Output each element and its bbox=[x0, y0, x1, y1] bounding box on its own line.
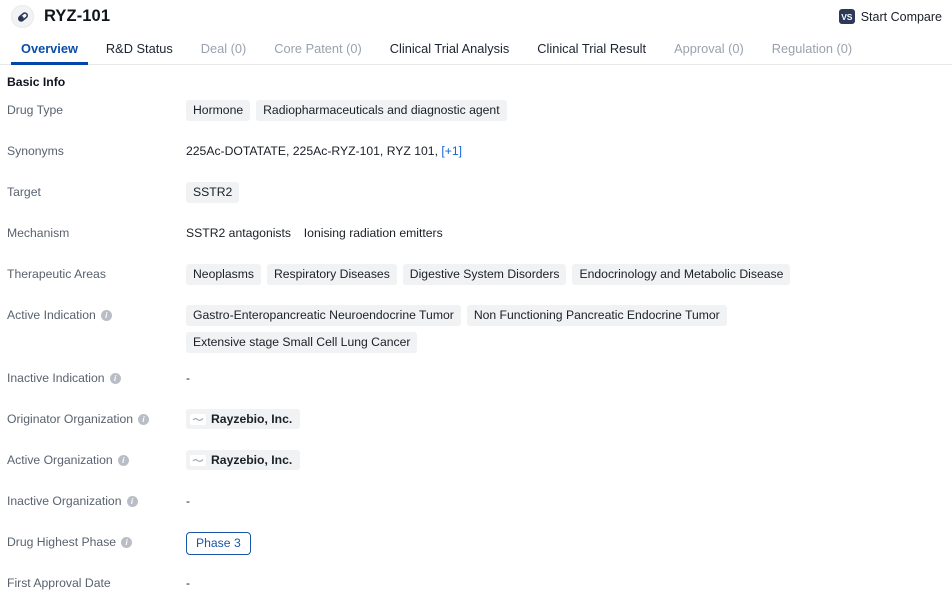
row-value: Gastro-Enteropancreatic Neuroendocrine T… bbox=[186, 304, 952, 353]
tab-bar: Overview R&D Status Deal (0) Core Patent… bbox=[0, 33, 952, 65]
label-text: Drug Highest Phase bbox=[7, 535, 117, 549]
row-value: SSTR2 bbox=[186, 181, 952, 203]
organization-name: Rayzebio, Inc. bbox=[211, 412, 293, 426]
chip[interactable]: Digestive System Disorders bbox=[402, 264, 567, 285]
synonyms-text: 225Ac-DOTATATE, 225Ac-RYZ-101, RYZ 101, … bbox=[186, 141, 462, 159]
label-text: Mechanism bbox=[7, 226, 70, 240]
row-label: Drug Highest Phase i bbox=[7, 531, 186, 550]
tab-regulation[interactable]: Regulation (0) bbox=[758, 33, 866, 64]
row-active-organization: Active Organization i Rayzebio, Inc. bbox=[7, 449, 952, 476]
pill-capsule-icon bbox=[11, 5, 34, 28]
label-text: Inactive Indication bbox=[7, 371, 105, 385]
row-label: Originator Organization i bbox=[7, 408, 186, 427]
row-label: Active Indication i bbox=[7, 304, 186, 323]
label-text: Active Organization bbox=[7, 453, 113, 467]
label-text: Synonyms bbox=[7, 144, 64, 158]
row-label: Target bbox=[7, 181, 186, 200]
row-value: Neoplasms Respiratory Diseases Digestive… bbox=[186, 263, 952, 285]
info-icon[interactable]: i bbox=[109, 373, 121, 384]
label-text: Target bbox=[7, 185, 41, 199]
row-first-approval-date: First Approval Date - bbox=[7, 572, 952, 599]
tab-rd-status[interactable]: R&D Status bbox=[92, 33, 187, 64]
info-icon[interactable]: i bbox=[121, 537, 133, 548]
label-text: Originator Organization bbox=[7, 412, 133, 426]
empty-value: - bbox=[186, 371, 191, 385]
row-value: Rayzebio, Inc. bbox=[186, 408, 952, 429]
synonyms-more-link[interactable]: [+1] bbox=[441, 144, 462, 158]
row-label: Therapeutic Areas bbox=[7, 263, 186, 282]
label-text: Therapeutic Areas bbox=[7, 267, 106, 281]
chip[interactable]: Hormone bbox=[186, 100, 251, 121]
chip[interactable]: Radiopharmaceuticals and diagnostic agen… bbox=[256, 100, 507, 121]
page-title: RYZ-101 bbox=[44, 7, 111, 25]
chip[interactable]: Gastro-Enteropancreatic Neuroendocrine T… bbox=[186, 305, 461, 326]
row-label: Inactive Organization i bbox=[7, 490, 186, 509]
row-value: - bbox=[186, 572, 952, 590]
chip[interactable]: Respiratory Diseases bbox=[266, 264, 397, 285]
row-value: Phase 3 bbox=[186, 531, 952, 555]
organization-chip[interactable]: Rayzebio, Inc. bbox=[186, 450, 301, 470]
label-text: Inactive Organization bbox=[7, 494, 122, 508]
row-value: - bbox=[186, 367, 952, 385]
row-drug-type: Drug Type Hormone Radiopharmaceuticals a… bbox=[7, 99, 952, 126]
chip[interactable]: Endocrinology and Metabolic Disease bbox=[572, 264, 791, 285]
row-drug-highest-phase: Drug Highest Phase i Phase 3 bbox=[7, 531, 952, 558]
row-synonyms: Synonyms 225Ac-DOTATATE, 225Ac-RYZ-101, … bbox=[7, 140, 952, 167]
phase-badge[interactable]: Phase 3 bbox=[186, 532, 251, 555]
basic-info-panel: Basic Info Drug Type Hormone Radiopharma… bbox=[0, 65, 952, 599]
label-text: Active Indication bbox=[7, 308, 96, 322]
row-inactive-organization: Inactive Organization i - bbox=[7, 490, 952, 517]
synonyms-value: 225Ac-DOTATATE, 225Ac-RYZ-101, RYZ 101, bbox=[186, 144, 438, 158]
chip[interactable]: Extensive stage Small Cell Lung Cancer bbox=[186, 332, 418, 353]
row-label: First Approval Date bbox=[7, 572, 186, 591]
row-target: Target SSTR2 bbox=[7, 181, 952, 208]
organization-logo-icon bbox=[190, 454, 206, 466]
vs-icon: VS bbox=[838, 9, 855, 24]
info-icon[interactable]: i bbox=[138, 414, 149, 425]
row-mechanism: Mechanism SSTR2 antagonists Ionising rad… bbox=[7, 222, 952, 249]
page-header: RYZ-101 VS Start Compare bbox=[0, 0, 952, 33]
mechanism-part-1: SSTR2 antagonists bbox=[186, 226, 292, 240]
chip[interactable]: SSTR2 bbox=[186, 182, 240, 203]
chip[interactable]: Non Functioning Pancreatic Endocrine Tum… bbox=[466, 305, 727, 326]
start-compare-label: Start Compare bbox=[860, 9, 942, 24]
row-label: Inactive Indication i bbox=[7, 367, 186, 386]
tab-core-patent[interactable]: Core Patent (0) bbox=[260, 33, 376, 64]
row-originator-organization: Originator Organization i Rayzebio, Inc. bbox=[7, 408, 952, 435]
row-label: Synonyms bbox=[7, 140, 186, 159]
tab-clinical-trial-result[interactable]: Clinical Trial Result bbox=[523, 33, 660, 64]
mechanism-part-2: Ionising radiation emitters bbox=[303, 226, 443, 240]
label-text: First Approval Date bbox=[7, 576, 111, 590]
info-icon[interactable]: i bbox=[126, 496, 138, 507]
organization-logo-icon bbox=[190, 413, 206, 425]
organization-chip[interactable]: Rayzebio, Inc. bbox=[186, 409, 301, 429]
section-title-basic-info: Basic Info bbox=[7, 75, 66, 89]
row-label: Active Organization i bbox=[7, 449, 186, 468]
tab-clinical-trial-analysis[interactable]: Clinical Trial Analysis bbox=[376, 33, 523, 64]
row-value: Rayzebio, Inc. bbox=[186, 449, 952, 470]
info-icon[interactable]: i bbox=[100, 310, 112, 321]
tab-overview[interactable]: Overview bbox=[7, 33, 92, 65]
tab-approval[interactable]: Approval (0) bbox=[660, 33, 758, 64]
organization-name: Rayzebio, Inc. bbox=[211, 453, 293, 467]
row-value: Hormone Radiopharmaceuticals and diagnos… bbox=[186, 99, 952, 121]
label-text: Drug Type bbox=[7, 103, 64, 117]
row-inactive-indication: Inactive Indication i - bbox=[7, 367, 952, 394]
row-label: Drug Type bbox=[7, 99, 186, 118]
tab-deal[interactable]: Deal (0) bbox=[187, 33, 261, 64]
empty-value: - bbox=[186, 576, 191, 590]
empty-value: - bbox=[186, 494, 191, 508]
info-icon[interactable]: i bbox=[117, 455, 129, 466]
mechanism-text: SSTR2 antagonists Ionising radiation emi… bbox=[186, 223, 443, 241]
row-label: Mechanism bbox=[7, 222, 186, 241]
row-value: SSTR2 antagonists Ionising radiation emi… bbox=[186, 222, 952, 241]
chip[interactable]: Neoplasms bbox=[186, 264, 261, 285]
row-value: - bbox=[186, 490, 952, 508]
row-value: 225Ac-DOTATATE, 225Ac-RYZ-101, RYZ 101, … bbox=[186, 140, 952, 159]
row-active-indication: Active Indication i Gastro-Enteropancrea… bbox=[7, 304, 952, 353]
start-compare-button[interactable]: VS Start Compare bbox=[838, 9, 942, 24]
row-therapeutic-areas: Therapeutic Areas Neoplasms Respiratory … bbox=[7, 263, 952, 290]
